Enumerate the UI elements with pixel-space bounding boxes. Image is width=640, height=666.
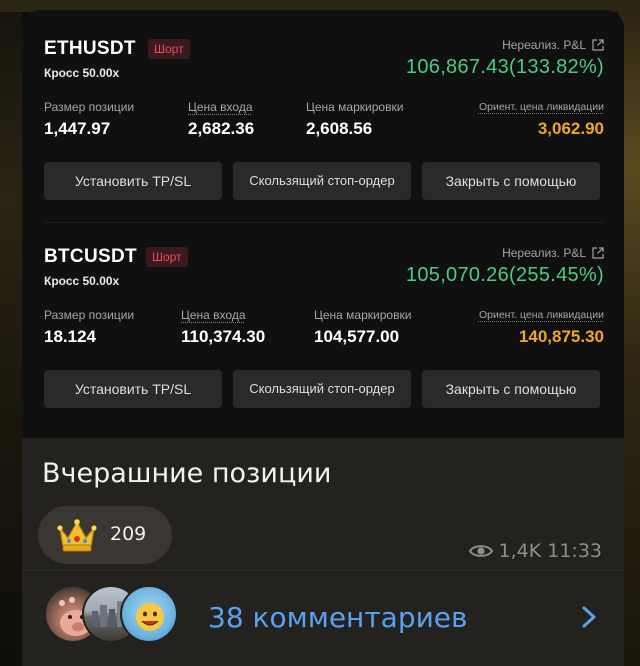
- trailing-stop-button[interactable]: Скользящий стоп-ордер: [233, 370, 411, 408]
- mark-value: 104,577.00: [314, 327, 400, 346]
- short-badge: Шорт: [148, 39, 190, 59]
- share-icon[interactable]: [592, 39, 604, 51]
- liquidation-column: Ориент. цена ликвидации 3,062.90: [479, 100, 604, 139]
- size-label: Размер позиции: [44, 100, 135, 114]
- mark-column: Цена маркировки 104,577.00: [314, 308, 411, 347]
- set-tpsl-button[interactable]: Установить TP/SL: [44, 370, 222, 408]
- entry-label[interactable]: Цена входа: [188, 100, 254, 114]
- eye-icon: [468, 545, 493, 557]
- share-icon[interactable]: [592, 247, 604, 259]
- message-bubble: ETHUSDT Шорт Кросс 50.00x Нереализ. P&L …: [22, 10, 624, 666]
- position-card-btc: BTCUSDT Шорт Кросс 50.00x Нереализ. P&L …: [44, 246, 604, 426]
- chevron-right-icon[interactable]: [580, 605, 598, 629]
- message-meta: 1,4K 11:33: [468, 540, 602, 562]
- mark-value: 2,608.56: [306, 119, 373, 138]
- size-column: Размер позиции 18.124: [44, 308, 134, 347]
- pair-symbol: ETHUSDT: [44, 38, 136, 59]
- reaction-count: 209: [110, 523, 147, 545]
- unrealized-pnl: 106,867.43(133.82%): [405, 56, 604, 78]
- crown-icon: [57, 519, 97, 552]
- margin-mode: Кросс 50.00x: [44, 66, 120, 80]
- liquidation-value: 3,062.90: [537, 119, 604, 138]
- short-badge: Шорт: [146, 247, 188, 267]
- close-with-button[interactable]: Закрыть с помощью: [422, 162, 600, 200]
- pnl-label: Нереализ. P&L: [502, 38, 586, 52]
- views-count: 1,4K: [498, 540, 542, 562]
- entry-value: 2,682.36: [188, 119, 255, 138]
- size-label: Размер позиции: [44, 308, 135, 322]
- emoji-avatar-icon: [136, 603, 164, 631]
- position-card-eth: ETHUSDT Шорт Кросс 50.00x Нереализ. P&L …: [44, 38, 604, 218]
- pnl-label-row: Нереализ. P&L: [502, 38, 604, 52]
- mark-label: Цена маркировки: [314, 308, 412, 322]
- close-with-button[interactable]: Закрыть с помощью: [422, 370, 600, 408]
- background-left: [0, 0, 22, 666]
- size-value: 1,447.97: [44, 119, 111, 138]
- entry-value: 110,374.30: [181, 327, 266, 346]
- liquidation-value: 140,875.30: [518, 327, 604, 346]
- mark-label: Цена маркировки: [306, 100, 404, 114]
- comments-bar[interactable]: 38 комментариев: [22, 571, 624, 666]
- margin-mode: Кросс 50.00x: [44, 274, 120, 288]
- pnl-label-row: Нереализ. P&L: [502, 246, 604, 260]
- reaction-chip[interactable]: 209: [38, 506, 172, 564]
- commenter-avatar: [120, 585, 178, 643]
- pair-symbol: BTCUSDT: [44, 246, 137, 267]
- entry-label[interactable]: Цена входа: [181, 308, 265, 322]
- liquidation-column: Ориент. цена ликвидации 140,875.30: [479, 308, 604, 347]
- position-divider: [44, 222, 604, 223]
- mark-column: Цена маркировки 2,608.56: [306, 100, 403, 139]
- unrealized-pnl: 105,070.26(255.45%): [405, 264, 604, 286]
- message-caption: Вчерашние позиции: [42, 458, 332, 489]
- entry-column: Цена входа 2,682.36: [188, 100, 254, 139]
- pnl-label: Нереализ. P&L: [502, 246, 586, 260]
- size-value: 18.124: [44, 327, 96, 346]
- liquidation-label[interactable]: Ориент. цена ликвидации: [479, 309, 604, 321]
- entry-column: Цена входа 110,374.30: [181, 308, 265, 347]
- liquidation-label[interactable]: Ориент. цена ликвидации: [479, 101, 604, 113]
- size-column: Размер позиции 1,447.97: [44, 100, 134, 139]
- positions-screenshot[interactable]: ETHUSDT Шорт Кросс 50.00x Нереализ. P&L …: [22, 10, 624, 438]
- message-time: 11:33: [547, 540, 602, 562]
- comments-link[interactable]: 38 комментариев: [208, 601, 468, 634]
- trailing-stop-button[interactable]: Скользящий стоп-ордер: [233, 162, 411, 200]
- set-tpsl-button[interactable]: Установить TP/SL: [44, 162, 222, 200]
